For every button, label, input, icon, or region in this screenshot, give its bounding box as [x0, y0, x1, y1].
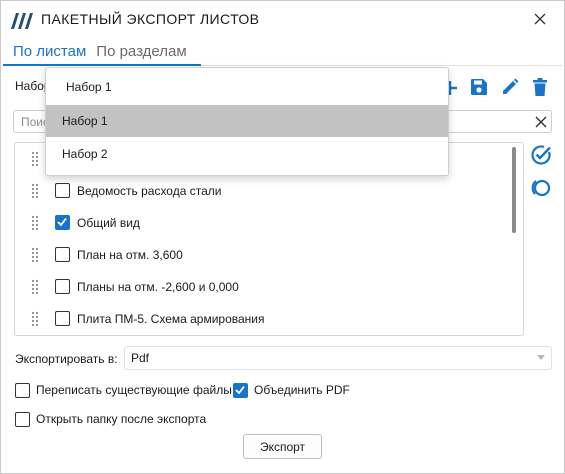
overwrite-files-option[interactable]: Переписать существующие файлы: [15, 381, 232, 399]
sheet-label: Плита ПМ-5. Схема армирования: [77, 312, 265, 326]
check-all-button[interactable]: [529, 143, 553, 167]
drag-handle-icon[interactable]: [31, 151, 39, 167]
edit-set-button[interactable]: [499, 76, 521, 98]
overwrite-files-checkbox[interactable]: [15, 382, 30, 398]
sheet-checkbox[interactable]: [55, 311, 70, 326]
sheet-checkbox[interactable]: [55, 183, 70, 198]
sheet-checkbox[interactable]: [55, 247, 70, 262]
batch-export-window: ПАКЕТНЫЙ ЭКСПОРТ ЛИСТОВ По листам По раз…: [0, 0, 565, 474]
title-bar: ПАКЕТНЫЙ ЭКСПОРТ ЛИСТОВ: [1, 1, 564, 39]
sheet-label: Ведомость расхода стали: [77, 184, 222, 198]
chevron-down-icon: [537, 355, 545, 360]
export-button[interactable]: Экспорт: [243, 434, 322, 459]
sheet-checkbox[interactable]: [55, 279, 70, 294]
set-option-2[interactable]: Набор 2: [46, 138, 448, 170]
set-dropdown-current[interactable]: Набор 1: [46, 71, 448, 103]
delete-icon: [533, 78, 547, 96]
list-item[interactable]: Ведомость расхода стали: [15, 175, 495, 207]
sheet-label: План на отм. 3,600: [77, 248, 183, 262]
overwrite-files-label: Переписать существующие файлы: [36, 383, 232, 397]
checkmark-icon: [235, 385, 245, 394]
window-title: ПАКЕТНЫЙ ЭКСПОРТ ЛИСТОВ: [41, 11, 260, 27]
sheet-label: Общий вид: [77, 216, 140, 230]
open-folder-label: Открыть папку после экспорта: [36, 412, 207, 426]
merge-pdf-option[interactable]: Объединить PDF: [233, 381, 350, 399]
close-window-button[interactable]: [530, 9, 550, 29]
set-option-label: Набор 2: [62, 147, 108, 161]
tab-by-sections[interactable]: По разделам: [96, 43, 186, 65]
drag-handle-icon[interactable]: [31, 247, 39, 263]
active-tab-indicator: [3, 64, 201, 66]
list-item[interactable]: Планы на отм. -2,600 и 0,000: [15, 271, 495, 303]
export-format-select[interactable]: Pdf: [124, 346, 552, 370]
drag-handle-icon[interactable]: [31, 215, 39, 231]
tab-bar: По листам По разделам: [13, 43, 197, 65]
drag-handle-icon[interactable]: [31, 183, 39, 199]
sheet-label: Планы на отм. -2,600 и 0,000: [77, 280, 239, 294]
set-option-1[interactable]: Набор 1: [46, 105, 448, 137]
set-dropdown-popup: Набор 1 Набор 1 Набор 2: [45, 67, 449, 176]
list-scrollbar-thumb[interactable]: [512, 147, 516, 233]
save-icon: [471, 79, 487, 95]
drag-handle-icon[interactable]: [31, 279, 39, 295]
uncheck-all-button[interactable]: [529, 176, 553, 200]
app-logo-icon: [11, 13, 33, 29]
delete-set-button[interactable]: [529, 76, 551, 98]
merge-pdf-checkbox[interactable]: [233, 382, 248, 398]
set-current-value: Набор 1: [66, 80, 112, 94]
uncheck-all-icon: [531, 179, 551, 197]
merge-pdf-label: Объединить PDF: [254, 383, 350, 397]
set-option-label: Набор 1: [62, 114, 108, 128]
sheet-checkbox[interactable]: [55, 215, 70, 230]
list-item[interactable]: Общий вид: [15, 207, 495, 239]
open-folder-checkbox[interactable]: [15, 411, 30, 427]
export-format-label: Экспортировать в:: [15, 352, 118, 366]
open-folder-option[interactable]: Открыть папку после экспорта: [15, 410, 206, 428]
checkmark-icon: [57, 217, 67, 227]
close-icon: [534, 13, 546, 25]
drag-handle-icon[interactable]: [31, 311, 39, 327]
edit-icon: [503, 78, 519, 94]
tab-by-sheets[interactable]: По листам: [13, 43, 86, 65]
list-item[interactable]: Плита ПМ-5. Схема армирования: [15, 303, 495, 335]
export-format-value: Pdf: [131, 351, 150, 365]
list-item[interactable]: План на отм. 3,600: [15, 239, 495, 271]
check-all-icon: [531, 145, 551, 165]
close-icon[interactable]: [535, 116, 547, 128]
save-set-button[interactable]: [468, 76, 490, 98]
